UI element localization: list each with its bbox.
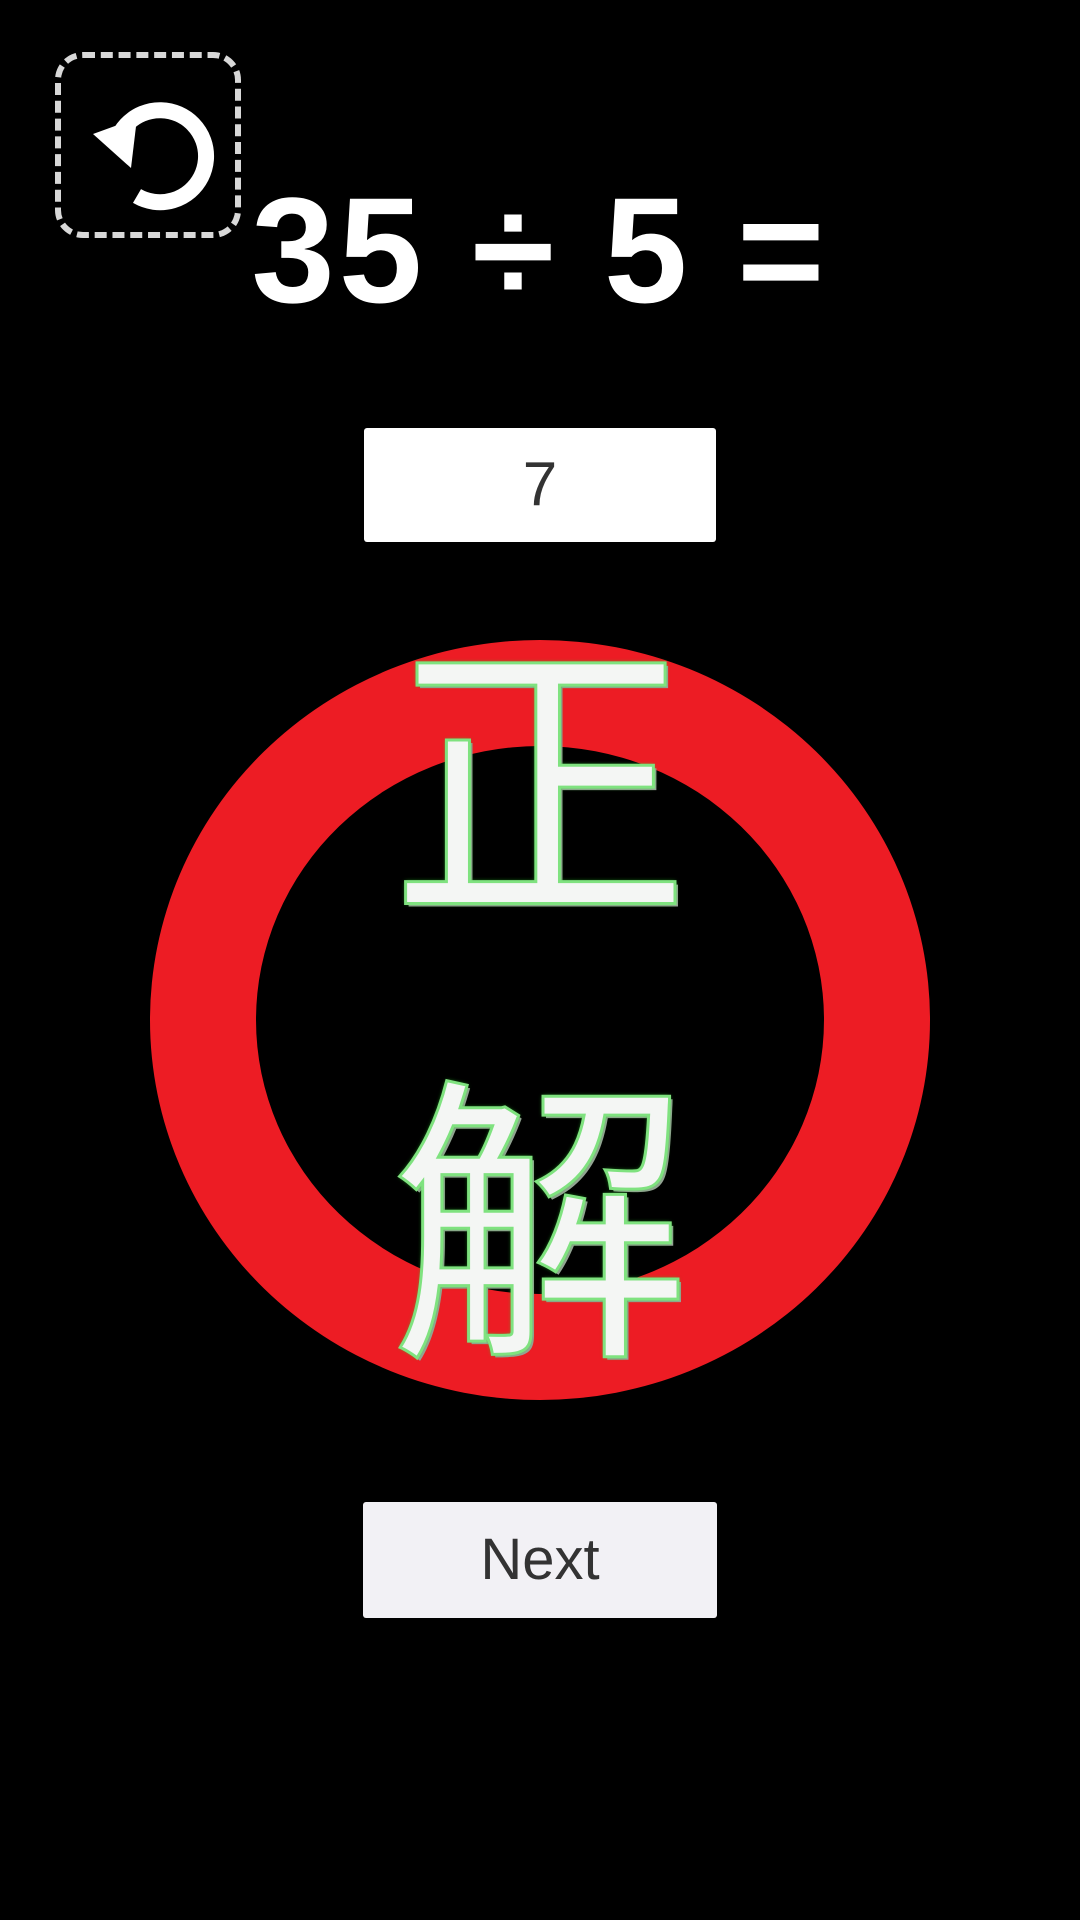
answer-field[interactable]: 7 [364,428,716,542]
operand-a: 35 [251,166,427,334]
operator: ÷ [471,166,559,334]
result-char-answer: 解 [389,1055,692,1404]
next-button[interactable]: Next [363,1502,717,1618]
equation: 35 ÷ 5 = [0,170,1080,330]
quiz-screen: 35 ÷ 5 = 7 正 解 Next [0,0,1080,1920]
result-char-correct: 正 [389,615,692,964]
equals-sign: = [737,166,829,334]
operand-b: 5 [603,166,692,334]
